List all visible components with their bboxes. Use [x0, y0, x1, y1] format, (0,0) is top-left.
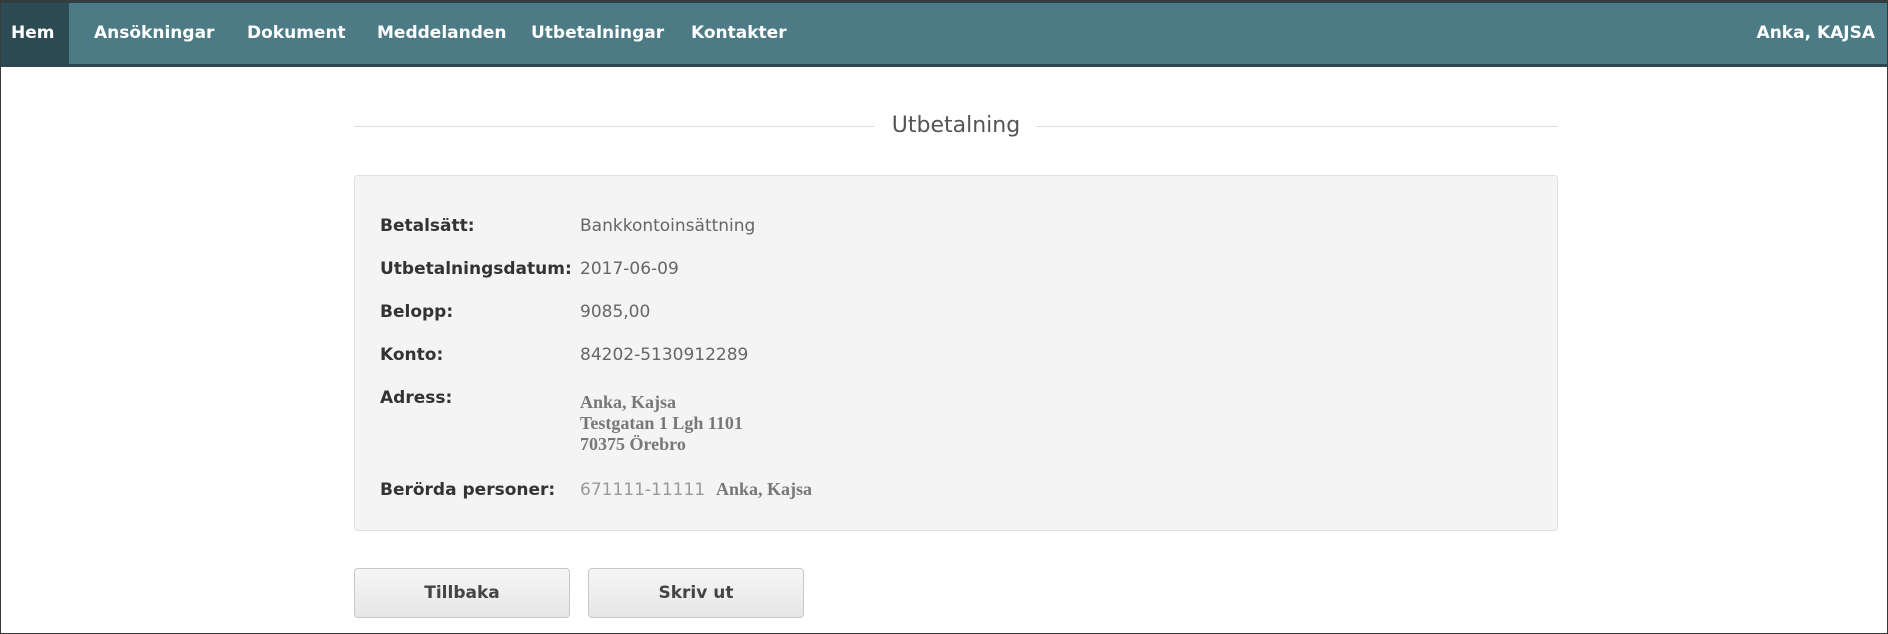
- payment-method-value: Bankkontoinsättning: [580, 216, 756, 236]
- top-navbar: Hem Ansökningar Dokument Meddelanden Utb…: [1, 1, 1887, 67]
- payment-details-panel: Betalsätt: Bankkontoinsättning Utbetalni…: [354, 175, 1558, 531]
- nav-item-kontakter[interactable]: Kontakter: [691, 3, 787, 64]
- address-line-3: 70375 Örebro: [580, 434, 686, 454]
- payment-date-label: Utbetalningsdatum:: [380, 259, 572, 279]
- nav-item-dokument[interactable]: Dokument: [247, 3, 346, 64]
- nav-item-ansokningar[interactable]: Ansökningar: [94, 3, 214, 64]
- nav-item-hem[interactable]: Hem: [1, 3, 70, 64]
- affected-persons-label: Berörda personer:: [380, 480, 556, 500]
- amount-value: 9085,00: [580, 302, 651, 322]
- account-value: 84202-5130912289: [580, 345, 749, 365]
- payment-date-value: 2017-06-09: [580, 259, 679, 279]
- user-menu[interactable]: Anka, KAJSA: [1757, 3, 1875, 64]
- address-label: Adress:: [380, 388, 453, 408]
- section-header: Utbetalning: [354, 108, 1558, 144]
- account-label: Konto:: [380, 345, 444, 365]
- amount-label: Belopp:: [380, 302, 454, 322]
- nav-item-utbetalningar[interactable]: Utbetalningar: [531, 3, 664, 64]
- payment-method-label: Betalsätt:: [380, 216, 475, 236]
- address-line-2: Testgatan 1 Lgh 1101: [580, 413, 743, 433]
- affected-person-id: 671111-11111: [580, 480, 706, 500]
- affected-person-name: Anka, Kajsa: [716, 479, 813, 499]
- page-title: Utbetalning: [891, 113, 1021, 138]
- address-value: Anka, Kajsa Testgatan 1 Lgh 1101 70375 Ö…: [580, 392, 743, 455]
- back-button[interactable]: Tillbaka: [354, 568, 570, 618]
- nav-item-meddelanden[interactable]: Meddelanden: [377, 3, 507, 64]
- print-button[interactable]: Skriv ut: [588, 568, 804, 618]
- address-line-1: Anka, Kajsa: [580, 392, 677, 412]
